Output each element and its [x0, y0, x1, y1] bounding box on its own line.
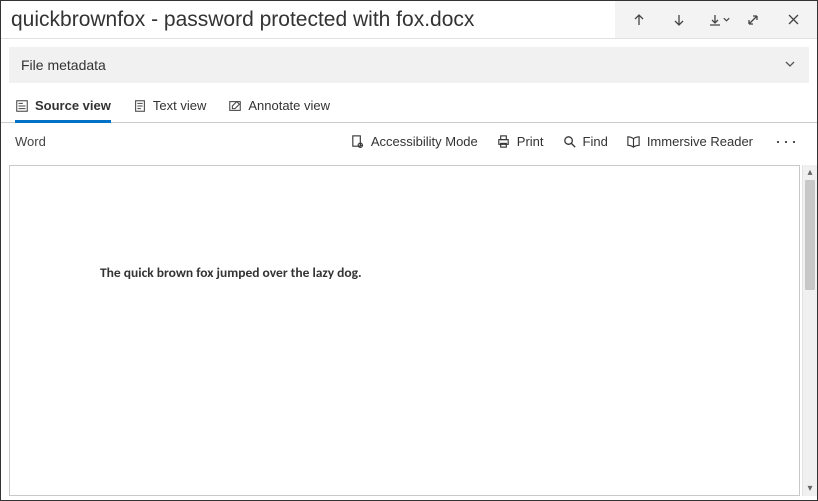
title-bar-controls — [615, 1, 817, 38]
tab-label: Text view — [153, 98, 206, 113]
tool-label: Find — [583, 134, 608, 149]
chevron-down-icon — [722, 15, 731, 24]
next-button[interactable] — [659, 1, 699, 38]
vertical-scrollbar[interactable]: ▴ ▾ — [802, 165, 817, 496]
viewer-window: quickbrownfox - password protected with … — [0, 0, 818, 501]
text-view-icon — [133, 99, 147, 113]
accessibility-mode-button[interactable]: Accessibility Mode — [350, 134, 478, 149]
window-title: quickbrownfox - password protected with … — [1, 8, 484, 32]
caret-down-icon: ▾ — [807, 483, 812, 494]
document-page: The quick brown fox jumped over the lazy… — [9, 165, 800, 496]
find-button[interactable]: Find — [562, 134, 608, 149]
annotate-view-icon — [228, 99, 242, 113]
immersive-reader-icon — [626, 134, 641, 149]
file-metadata-panel[interactable]: File metadata — [9, 47, 809, 83]
tab-text-view[interactable]: Text view — [133, 89, 206, 122]
expand-button[interactable] — [733, 1, 773, 38]
document-toolbar: Word Accessibility Mode Print Find Immer… — [1, 123, 817, 159]
scroll-up-button[interactable]: ▴ — [803, 165, 817, 180]
arrow-down-icon — [672, 13, 686, 27]
tab-label: Source view — [35, 98, 111, 113]
document-body-text: The quick brown fox jumped over the lazy… — [100, 264, 739, 281]
scroll-down-button[interactable]: ▾ — [803, 481, 817, 496]
accessibility-icon — [350, 134, 365, 149]
source-view-icon — [15, 99, 29, 113]
tool-label: Immersive Reader — [647, 134, 753, 149]
immersive-reader-button[interactable]: Immersive Reader — [626, 134, 753, 149]
tab-label: Annotate view — [248, 98, 330, 113]
expand-icon — [746, 13, 760, 27]
tool-label: Print — [517, 134, 544, 149]
tool-label: Accessibility Mode — [371, 134, 478, 149]
print-button[interactable]: Print — [496, 134, 544, 149]
print-icon — [496, 134, 511, 149]
caret-up-icon: ▴ — [807, 167, 812, 178]
tab-source-view[interactable]: Source view — [15, 89, 111, 122]
file-metadata-label: File metadata — [21, 57, 106, 73]
arrow-up-icon — [632, 13, 646, 27]
app-label: Word — [15, 134, 46, 149]
close-button[interactable] — [773, 1, 813, 38]
search-icon — [562, 134, 577, 149]
title-bar: quickbrownfox - password protected with … — [1, 1, 817, 39]
document-area: The quick brown fox jumped over the lazy… — [1, 159, 817, 500]
download-options-button[interactable] — [719, 1, 733, 38]
tab-annotate-view[interactable]: Annotate view — [228, 89, 330, 122]
view-tabs: Source view Text view Annotate view — [1, 89, 817, 123]
chevron-down-icon — [783, 57, 797, 74]
more-icon: ··· — [775, 131, 799, 151]
scroll-thumb[interactable] — [805, 180, 815, 290]
close-icon — [787, 13, 800, 26]
more-options-button[interactable]: ··· — [771, 131, 803, 152]
previous-button[interactable] — [619, 1, 659, 38]
